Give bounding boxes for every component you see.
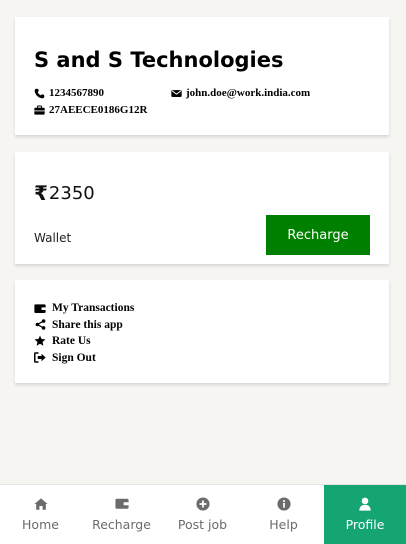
user-icon (358, 497, 372, 511)
nav-item-post-job[interactable]: Post job (162, 485, 243, 544)
wallet-icon (114, 497, 129, 511)
phone-info: 1234567890 (34, 87, 104, 99)
menu-item-share-app[interactable]: Share this app (34, 317, 134, 334)
nav-item-home[interactable]: Home (0, 485, 81, 544)
star-icon (34, 335, 46, 347)
wallet-label: Wallet (34, 231, 72, 245)
nav-label: Post job (177, 517, 228, 532)
gst-info: 27AEECE0186G12R (34, 104, 147, 116)
nav-label: Recharge (92, 517, 151, 532)
menu-item-label: Sign Out (52, 351, 96, 364)
menu-list: My Transactions Share this app Rate Us S… (34, 300, 134, 366)
menu-item-label: Share this app (52, 318, 123, 331)
menu-item-sign-out[interactable]: Sign Out (34, 350, 134, 367)
menu-item-rate-us[interactable]: Rate Us (34, 333, 134, 350)
bottom-nav: Home Recharge Post job Help Profile (0, 484, 406, 544)
menu-item-label: Rate Us (52, 335, 91, 348)
sign-out-icon (34, 352, 46, 364)
recharge-button[interactable]: Recharge (266, 215, 370, 255)
menu-item-label: My Transactions (52, 302, 135, 315)
nav-item-help[interactable]: Help (243, 485, 324, 544)
wallet-card: ₹ 2350 Wallet Recharge (15, 152, 389, 264)
nav-label: Profile (345, 517, 385, 532)
gst-number: 27AEECE0186G12R (49, 104, 148, 116)
wallet-amount: 2350 (48, 182, 95, 204)
nav-label: Help (269, 517, 298, 532)
email-address: john.doe@work.india.com (186, 87, 311, 99)
nav-item-profile[interactable]: Profile (324, 485, 406, 544)
phone-icon (34, 88, 45, 99)
nav-item-recharge[interactable]: Recharge (81, 485, 162, 544)
company-name: S and S Technologies (34, 48, 284, 72)
envelope-icon (171, 88, 182, 99)
phone-number: 1234567890 (49, 87, 104, 99)
wallet-icon (34, 302, 46, 314)
share-icon (34, 319, 46, 331)
briefcase-icon (34, 105, 45, 116)
plus-circle-icon (195, 497, 210, 511)
home-icon (33, 497, 48, 511)
info-circle-icon (276, 497, 291, 511)
email-info: john.doe@work.india.com (171, 87, 310, 99)
rupee-symbol: ₹ (34, 181, 48, 205)
wallet-balance: ₹ 2350 (34, 181, 95, 205)
menu-card: My Transactions Share this app Rate Us S… (15, 280, 389, 383)
nav-label: Home (22, 517, 59, 532)
menu-item-my-transactions[interactable]: My Transactions (34, 300, 134, 317)
company-card: S and S Technologies 1234567890 john.doe… (15, 17, 389, 135)
